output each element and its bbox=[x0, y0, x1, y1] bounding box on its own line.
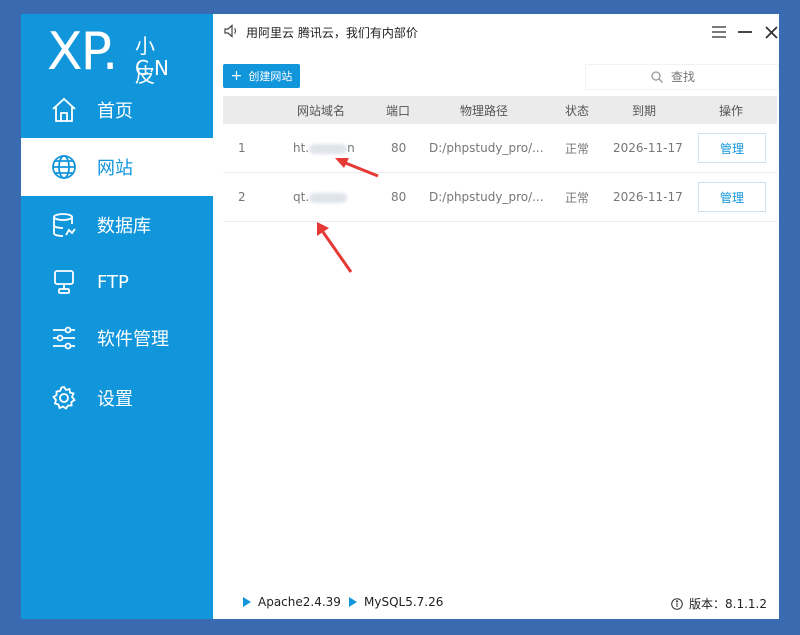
sidebar-item-database[interactable]: 数据库 bbox=[21, 196, 213, 254]
table-row[interactable]: 2 qt. 80 D:/phpstudy_pro/... 正常 2026-11-… bbox=[223, 173, 777, 222]
logo-cn: CN bbox=[135, 56, 174, 80]
home-icon bbox=[49, 95, 79, 125]
server-icon bbox=[49, 267, 79, 297]
website-table: 网站域名 端口 物理路径 状态 到期 操作 1 ht. n 80 D:/phpst… bbox=[223, 96, 777, 222]
row-path: D:/phpstudy_pro/... bbox=[429, 141, 544, 155]
row-port: 80 bbox=[391, 190, 407, 204]
row-domain: qt. bbox=[293, 190, 348, 204]
apache-label: Apache2.4.39 bbox=[258, 595, 341, 609]
header-expiry: 到期 bbox=[632, 103, 657, 118]
apache-status[interactable]: Apache2.4.39 bbox=[243, 595, 341, 609]
header-status: 状态 bbox=[565, 103, 590, 118]
table-header: 网站域名 端口 物理路径 状态 到期 操作 bbox=[223, 96, 777, 124]
row-path: D:/phpstudy_pro/... bbox=[429, 190, 544, 204]
play-icon bbox=[243, 597, 251, 607]
search-input[interactable] bbox=[669, 69, 713, 85]
sidebar: XP. 小皮 CN 首页 网站 数据库 FTP 软件管理 设置 bbox=[21, 14, 213, 619]
annotation-arrow bbox=[317, 222, 353, 273]
globe-icon bbox=[49, 152, 79, 182]
header-action: 操作 bbox=[719, 103, 744, 118]
speaker-icon bbox=[223, 23, 239, 43]
row-status: 正常 bbox=[565, 141, 590, 156]
menu-icon[interactable] bbox=[707, 20, 731, 44]
search-box[interactable] bbox=[585, 64, 779, 90]
header-path: 物理路径 bbox=[460, 103, 509, 118]
redacted-text bbox=[309, 143, 348, 154]
minimize-icon[interactable] bbox=[733, 20, 757, 44]
sliders-icon bbox=[49, 323, 79, 353]
logo-mark: XP. bbox=[47, 22, 118, 82]
row-index: 1 bbox=[238, 141, 246, 155]
domain-text: ht. bbox=[293, 141, 310, 155]
info-icon bbox=[671, 597, 683, 610]
row-port: 80 bbox=[391, 141, 407, 155]
sidebar-item-label: 设置 bbox=[97, 389, 133, 410]
search-icon bbox=[651, 71, 663, 83]
create-website-label: 创建网站 bbox=[248, 70, 293, 83]
notice-text: 用阿里云 腾讯云，我们有内部价 bbox=[246, 26, 418, 40]
sidebar-item-label: 数据库 bbox=[97, 216, 151, 237]
sidebar-item-ftp[interactable]: FTP bbox=[21, 253, 213, 311]
sidebar-item-label: 首页 bbox=[97, 101, 133, 122]
domain-text: qt. bbox=[293, 190, 310, 204]
sidebar-item-label: 网站 bbox=[97, 158, 133, 179]
header-port: 端口 bbox=[386, 103, 411, 118]
sidebar-item-label: 软件管理 bbox=[97, 329, 169, 350]
row-index: 2 bbox=[238, 190, 246, 204]
row-status: 正常 bbox=[565, 190, 590, 205]
row-expiry: 2026-11-17 bbox=[613, 190, 683, 204]
table-row[interactable]: 1 ht. n 80 D:/phpstudy_pro/... 正常 2026-11… bbox=[223, 124, 777, 173]
version-info: 版本：8.1.1.2 bbox=[671, 595, 767, 612]
create-website-button[interactable]: + 创建网站 bbox=[223, 64, 300, 88]
topbar: 用阿里云 腾讯云，我们有内部价 bbox=[213, 14, 779, 50]
version-label: 版本：8.1.1.2 bbox=[689, 597, 767, 611]
sidebar-item-website[interactable]: 网站 bbox=[21, 138, 213, 196]
domain-tail-text: n bbox=[347, 141, 355, 155]
header-domain: 网站域名 bbox=[297, 103, 346, 118]
status-bar: Apache2.4.39 MySQL5.7.26 版本：8.1.1.2 bbox=[213, 583, 779, 619]
mysql-status[interactable]: MySQL5.7.26 bbox=[349, 595, 443, 609]
app-window: XP. 小皮 CN 首页 网站 数据库 FTP 软件管理 设置 用阿里云 腾讯云… bbox=[21, 14, 779, 619]
sidebar-item-software[interactable]: 软件管理 bbox=[21, 309, 213, 367]
sidebar-item-label: FTP bbox=[97, 271, 129, 293]
play-icon bbox=[349, 597, 357, 607]
redacted-text bbox=[309, 192, 348, 203]
main-panel: 用阿里云 腾讯云，我们有内部价 + 创建网站 网站域名 端口 bbox=[213, 14, 779, 619]
plus-icon: + bbox=[230, 68, 243, 84]
row-expiry: 2026-11-17 bbox=[613, 141, 683, 155]
manage-button[interactable]: 管理 bbox=[698, 133, 766, 163]
row-domain: ht. n bbox=[293, 141, 355, 155]
gear-icon bbox=[49, 383, 79, 413]
manage-button[interactable]: 管理 bbox=[698, 182, 766, 212]
sidebar-item-home[interactable]: 首页 bbox=[21, 81, 213, 139]
close-icon[interactable] bbox=[759, 20, 779, 44]
annotation-arrow bbox=[335, 158, 379, 178]
mysql-label: MySQL5.7.26 bbox=[364, 595, 444, 609]
sidebar-item-settings[interactable]: 设置 bbox=[21, 369, 213, 427]
database-icon bbox=[49, 210, 79, 240]
